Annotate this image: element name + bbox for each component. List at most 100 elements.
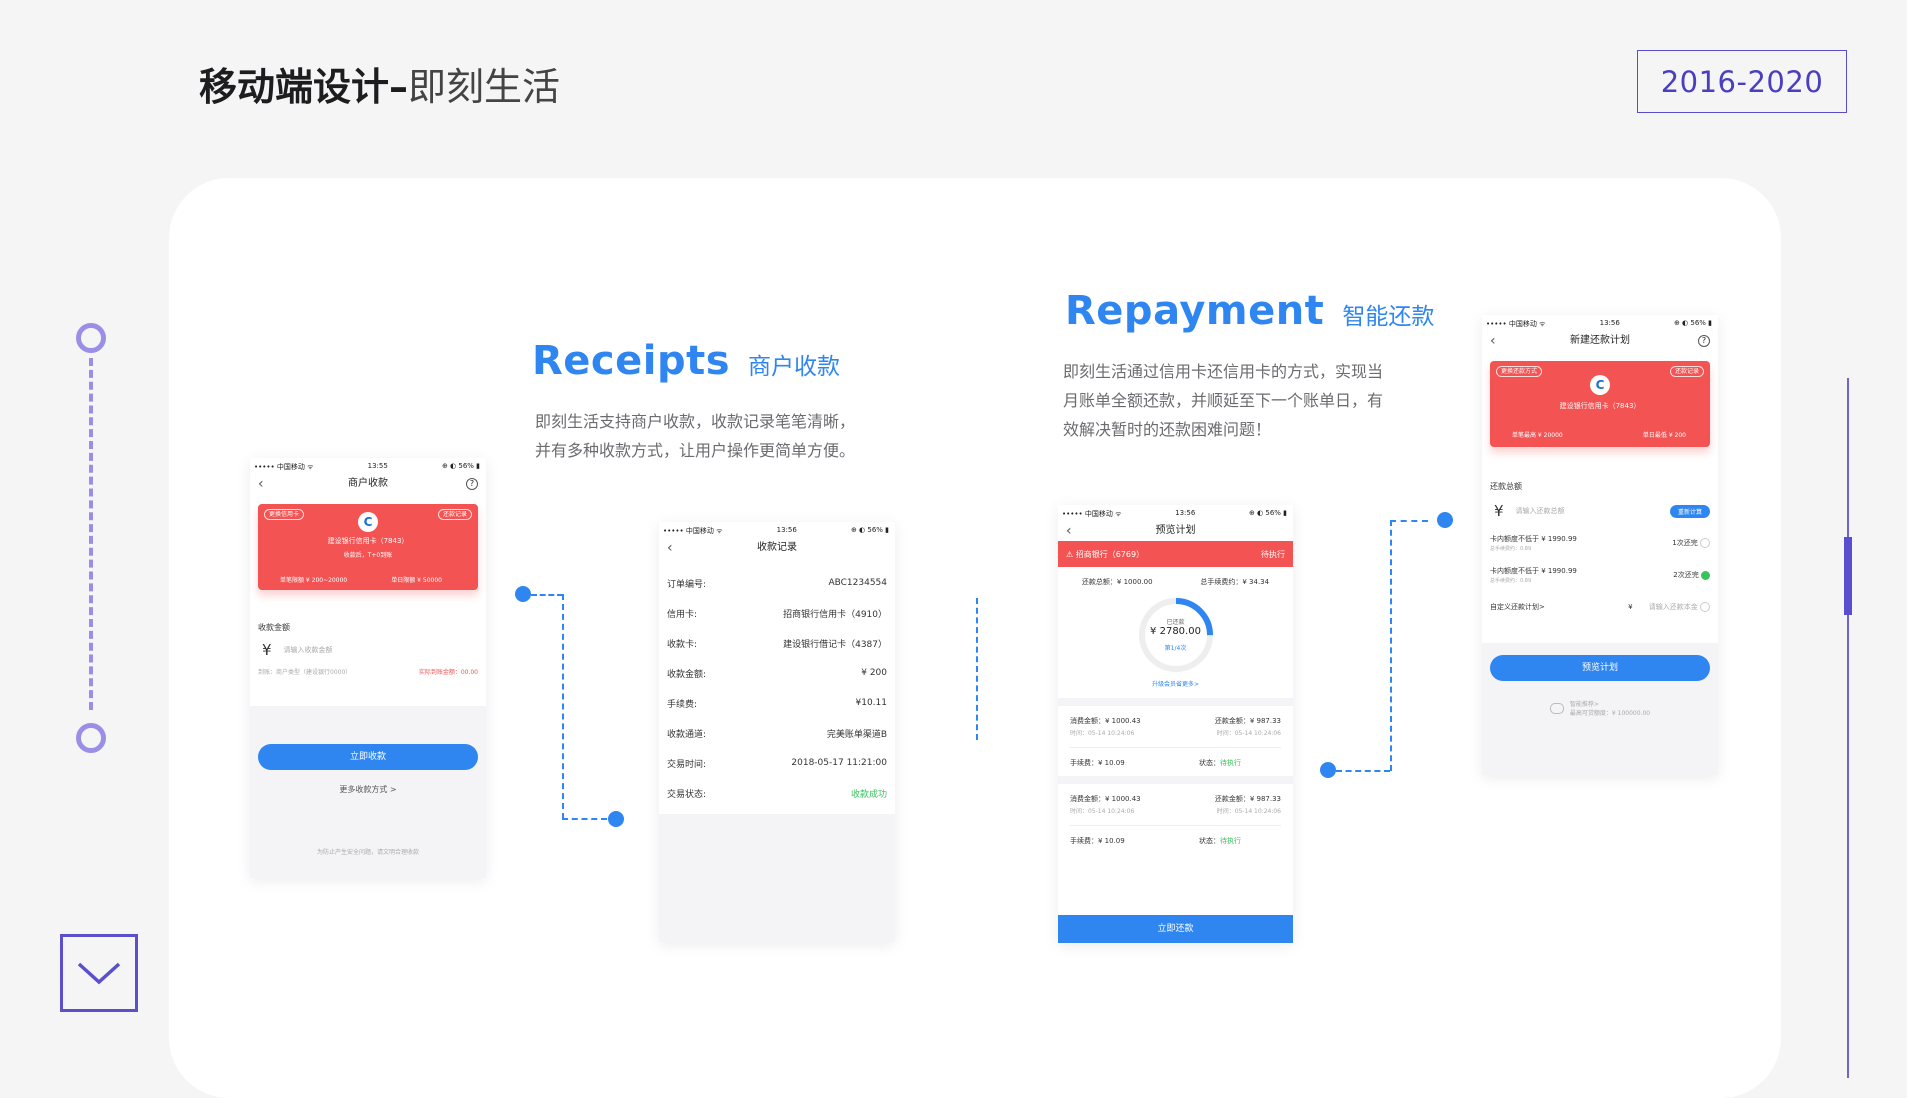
credit-card: 更换还款方式 还款记录 C 建设银行信用卡（7843） 单笔最高 ¥ 20000… bbox=[1490, 361, 1710, 447]
connector-dot bbox=[1320, 762, 1336, 778]
connector-line bbox=[1390, 520, 1392, 771]
change-card-button[interactable]: 更换信用卡 bbox=[264, 509, 305, 520]
change-method-button[interactable]: 更换还款方式 bbox=[1496, 366, 1543, 377]
chevron-down-icon bbox=[77, 962, 121, 985]
repay-record-button[interactable]: 还款记录 bbox=[437, 509, 472, 520]
more-methods-link[interactable]: 更多收款方式 > bbox=[250, 784, 486, 795]
currency-symbol: ¥ bbox=[1494, 502, 1504, 520]
receive-now-button[interactable]: 立即收款 bbox=[258, 744, 478, 770]
page-title: 移动端设计–即刻生活 bbox=[199, 65, 561, 109]
bottom-panel: 立即收款 更多收款方式 > 为防止产生安全问题，请文明合理收款 bbox=[250, 706, 486, 878]
totals-row: 还款总额：¥ 1000.00 总手续费约：¥ 34.34 bbox=[1081, 578, 1270, 586]
empty-area bbox=[659, 814, 895, 942]
fee-row: 到账：商户类型（建设银行0000） 实际到账金额：00.00 bbox=[258, 669, 478, 676]
bank-logo-icon: C bbox=[1590, 375, 1610, 395]
amount-label: 收款金额 bbox=[258, 623, 290, 632]
ring-progress: 第1/4次 bbox=[1164, 645, 1187, 652]
nav-title: 预览计划 bbox=[1155, 525, 1196, 536]
help-icon[interactable]: ? bbox=[1698, 335, 1710, 347]
nav-title: 收款记录 bbox=[757, 542, 797, 553]
back-arrow-icon[interactable]: ‹ bbox=[1066, 521, 1072, 541]
custom-plan-row[interactable]: 自定义还款计划> ¥ 请输入还款本金 bbox=[1490, 602, 1710, 612]
scroll-indicator[interactable] bbox=[1844, 537, 1852, 615]
back-arrow-icon[interactable]: ‹ bbox=[1490, 331, 1496, 351]
bank-logo-icon: C bbox=[358, 512, 378, 532]
ring-value: ¥ 2780.00 bbox=[1150, 626, 1201, 637]
repay-record-button[interactable]: 还款记录 bbox=[1669, 366, 1704, 377]
receipts-heading: Receipts 商户收款 bbox=[532, 338, 841, 384]
connector-line bbox=[562, 818, 607, 820]
repay-now-button[interactable]: 立即还款 bbox=[1058, 915, 1293, 943]
recommend-row[interactable]: 智能推荐> 最高可贷额度：¥ 100000.00 bbox=[1482, 699, 1718, 717]
connector-line bbox=[562, 594, 564, 819]
detail-row: 收款卡: 建设银行借记卡（4387） bbox=[667, 639, 887, 650]
status-bar: ••••• 中国移动 ᯤ 13:55 ⊕ ◐ 56% ▮ bbox=[254, 462, 480, 471]
nav-title: 新建还款计划 bbox=[1570, 335, 1630, 346]
nav-bar: ‹ 新建还款计划 ? bbox=[1482, 331, 1718, 351]
detail-row: 收款金额: ¥ 200 bbox=[667, 668, 887, 680]
status-bar: ••••• 中国移动 ᯤ 13:56 ⊕ ◐ 56% ▮ bbox=[663, 526, 889, 535]
amount-input[interactable]: 请输入还款总额 bbox=[1516, 506, 1670, 516]
detail-row: 订单编号: ABC1234554 bbox=[667, 578, 887, 590]
footer-note: 为防止产生安全问题，请文明合理收款 bbox=[316, 849, 419, 856]
currency-symbol: ¥ bbox=[262, 641, 272, 659]
phone-preview-plan: ••••• 中国移动 ᯤ 13:56 ⊕ ◐ 56% ▮ ‹ 预览计划 ⚠ 招商银行… bbox=[1058, 505, 1293, 943]
amount-label: 还款总额 bbox=[1490, 482, 1522, 491]
detail-row: 信用卡: 招商银行信用卡（4910） bbox=[667, 609, 887, 620]
plan-record: 消费金额：¥ 1000.43 还款金额：¥ 987.33 时间：05-14 10:… bbox=[1070, 717, 1281, 767]
plan-record: 消费金额：¥ 1000.43 还款金额：¥ 987.33 时间：05-14 10:… bbox=[1070, 795, 1281, 845]
connector-dot bbox=[1437, 512, 1453, 528]
card-name: 建设银行信用卡（7843） bbox=[1559, 402, 1641, 410]
ring-label: 已还款 bbox=[1166, 619, 1185, 626]
single-limit: 单笔最高 ¥ 20000 bbox=[1512, 432, 1563, 439]
scroll-down-button[interactable] bbox=[60, 934, 138, 1012]
daily-limit: 单日限额 ¥ 50000 bbox=[391, 577, 442, 584]
daily-limit: 单日最低 ¥ 200 bbox=[1642, 432, 1686, 439]
card-subtitle: 收款后，T+0到账 bbox=[343, 552, 393, 559]
connector-line bbox=[1390, 520, 1428, 522]
connector-dot bbox=[515, 586, 531, 602]
radio-unchecked-icon[interactable] bbox=[1700, 602, 1710, 612]
amount-input-row[interactable]: ¥ 请输入还款总额 重新计算 bbox=[1494, 502, 1710, 520]
radio-unchecked-icon[interactable] bbox=[1700, 538, 1710, 548]
detail-row: 交易状态: 收款成功 bbox=[667, 778, 887, 808]
back-arrow-icon[interactable]: ‹ bbox=[258, 474, 264, 494]
status-bar: ••••• 中国移动 ᯤ 13:56 ⊕ ◐ 56% ▮ bbox=[1062, 509, 1287, 518]
status-badge: 待执行 bbox=[1220, 759, 1241, 767]
single-limit: 单笔限额 ¥ 200~20000 bbox=[280, 577, 348, 584]
bank-logo-icon: ⚠ bbox=[1066, 549, 1076, 559]
repayment-description: 即刻生活通过信用卡还信用卡的方式，实现当 月账单全额还款，并顺延至下一个账单日，有… bbox=[1063, 362, 1384, 439]
progress-ring: 已还款 ¥ 2780.00 第1/4次 bbox=[1136, 595, 1216, 675]
plan-option-1[interactable]: 卡内额度不低于 ¥ 1990.99 总手续费约：0.89 1次还完 bbox=[1490, 534, 1710, 552]
card-name: 建设银行信用卡（7843） bbox=[327, 537, 409, 545]
nav-bar: ‹ 预览计划 bbox=[1058, 521, 1293, 541]
detail-row: 交易时间: 2018-05-17 11:21:00 bbox=[667, 758, 887, 770]
plan-option-2[interactable]: 卡内额度不低于 ¥ 1990.99 总手续费约：0.89 2次还完 bbox=[1490, 566, 1710, 584]
recalculate-button[interactable]: 重新计算 bbox=[1669, 504, 1710, 518]
receipts-description: 即刻生活支持商户收款，收款记录笔笔清晰， 并有多种收款方式，让用户操作更简单方便。 bbox=[535, 412, 856, 460]
status-badge: 收款成功 bbox=[850, 789, 887, 800]
amount-input-row[interactable]: ¥ 请输入收款金额 bbox=[262, 641, 486, 659]
timeline-start-ring-icon bbox=[76, 323, 106, 353]
repayment-heading: Repayment 智能还款 bbox=[1065, 288, 1435, 334]
radio-checked-icon[interactable] bbox=[1701, 570, 1710, 580]
back-arrow-icon[interactable]: ‹ bbox=[667, 538, 673, 558]
preview-plan-button[interactable]: 预览计划 bbox=[1490, 655, 1710, 681]
timeline-dotted-line bbox=[89, 358, 93, 710]
credit-card: 更换信用卡 还款记录 C 建设银行信用卡（7843） 收款后，T+0到账 单笔限… bbox=[258, 504, 478, 590]
help-icon[interactable]: ? bbox=[466, 478, 478, 490]
detail-row: 手续费: ¥10.11 bbox=[667, 698, 887, 710]
bank-bar: ⚠ 招商银行（6769） 待执行 bbox=[1058, 541, 1293, 567]
years-badge: 2016-2020 bbox=[1637, 50, 1847, 113]
upgrade-link[interactable]: 升级会员省更多> bbox=[1058, 679, 1293, 688]
amount-input[interactable]: 请输入收款金额 bbox=[284, 645, 333, 655]
connector-line bbox=[531, 594, 563, 596]
connector-dot bbox=[608, 811, 624, 827]
bottom-panel: 预览计划 智能推荐> 最高可贷额度：¥ 100000.00 bbox=[1482, 643, 1718, 775]
piggy-bank-icon bbox=[1549, 702, 1564, 714]
phone-merchant-receipt: ••••• 中国移动 ᯤ 13:55 ⊕ ◐ 56% ▮ ‹ 商户收款 ? 更换信用… bbox=[250, 458, 486, 878]
nav-title: 商户收款 bbox=[348, 478, 388, 489]
nav-bar: ‹ 收款记录 bbox=[659, 538, 895, 558]
connector-line bbox=[1336, 770, 1390, 772]
connector-line bbox=[976, 598, 978, 740]
